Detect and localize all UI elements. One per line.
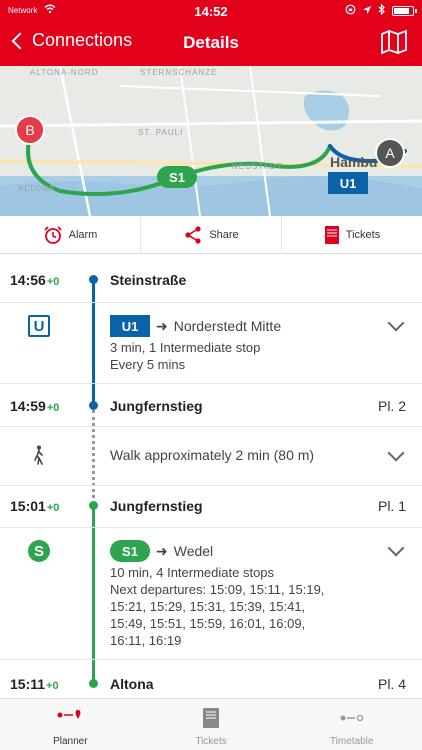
destination-marker[interactable]: B <box>15 115 45 145</box>
tab-label: Planner <box>53 736 88 747</box>
map-s1-badge: S1 <box>157 166 197 188</box>
segment-info: 3 min, 1 Intermediate stop <box>110 340 261 355</box>
direction-name: Wedel <box>173 542 214 559</box>
ticket-icon <box>324 225 339 244</box>
stop-row[interactable]: 15:01+0 Jungfernstieg Pl. 1 <box>0 486 422 528</box>
chevron-down-icon[interactable] <box>387 539 405 557</box>
delay-indicator: +0 <box>46 680 59 692</box>
stop-name: Jungfernstieg <box>110 398 203 414</box>
s1-line-badge: S1 <box>110 540 150 562</box>
map-icon[interactable] <box>380 28 408 56</box>
chevron-down-icon[interactable] <box>387 314 405 332</box>
stop-time: 15:11+0 <box>10 676 59 692</box>
stop-time: 14:56+0 <box>10 272 59 288</box>
status-icons <box>345 3 417 18</box>
tab-bar: Planner Tickets Timetable <box>0 698 422 750</box>
next-departures: 16:11, 16:19 <box>110 633 182 648</box>
departure-time: 14:59 <box>10 398 46 414</box>
alarm-clock-icon <box>43 225 62 244</box>
s1-segment-row[interactable]: S S1 ➜ Wedel 10 min, 4 Intermediate stop… <box>0 528 422 660</box>
chevron-down-icon[interactable] <box>387 444 405 462</box>
arrow-right-icon: ➜ <box>156 542 168 559</box>
battery-icon <box>392 6 417 16</box>
stop-row[interactable]: 15:11+0 Altona Pl. 4 <box>0 660 422 698</box>
tab-tickets[interactable]: Tickets <box>141 699 282 750</box>
arrow-right-icon: ➜ <box>156 317 168 334</box>
share-icon <box>185 225 201 244</box>
tab-planner[interactable]: Planner <box>0 699 141 750</box>
segment-frequency: Every 5 mins <box>110 357 186 372</box>
delay-indicator: +0 <box>46 276 60 288</box>
segment-info: 10 min, 4 Intermediate stops <box>110 565 275 580</box>
stop-dot <box>89 679 98 688</box>
action-bar: Alarm Share Tickets <box>0 216 422 254</box>
segment-details: S1 ➜ Wedel 10 min, 4 Intermediate stops … <box>110 540 324 649</box>
route-planner-icon <box>57 710 81 719</box>
stop-time: 14:59+0 <box>10 398 59 414</box>
navigation-bar: Connections Details <box>0 22 422 66</box>
tickets-label: Tickets <box>345 228 381 241</box>
timetable-icon <box>340 714 363 722</box>
next-departures: Next departures: 15:09, 15:11, 15:19, <box>110 582 325 597</box>
map-u1-badge: U1 <box>328 172 368 194</box>
map-label: ST. PAULI <box>138 128 184 137</box>
tab-timetable[interactable]: Timetable <box>281 699 422 750</box>
tab-label: Tickets <box>195 736 227 747</box>
header-bar: Network 14:52 Connections Details <box>0 0 422 66</box>
walking-person-icon <box>34 445 43 465</box>
origin-marker[interactable]: A <box>375 138 405 168</box>
stop-dot <box>89 401 98 410</box>
stop-name: Steinstraße <box>110 272 187 288</box>
stop-dot <box>89 501 98 510</box>
route-map[interactable]: ALTONA-NORD STERNSCHANZE ST. PAULI NEUST… <box>0 66 422 216</box>
bluetooth-icon <box>378 3 386 18</box>
platform-label: Pl. 4 <box>377 676 406 692</box>
map-label: NEUSTADT <box>232 162 283 171</box>
departure-time: 14:56 <box>10 272 46 288</box>
u-bahn-icon: U <box>28 315 50 337</box>
walk-text: Walk approximately 2 min (80 m) <box>110 447 315 463</box>
s-bahn-icon: S <box>28 540 50 562</box>
stop-dot <box>89 275 98 284</box>
platform-label: Pl. 2 <box>377 398 406 414</box>
orientation-lock-icon <box>345 4 356 18</box>
map-label: ALTONA <box>18 184 56 193</box>
stop-row[interactable]: 14:59+0 Jungfernstieg Pl. 2 <box>0 384 422 427</box>
direction-line: S1 ➜ Wedel <box>110 540 324 562</box>
map-label: STERNSCHANZE <box>140 68 218 77</box>
tickets-button[interactable]: Tickets <box>282 216 422 253</box>
direction-line: U1 ➜ Norderstedt Mitte <box>110 315 281 337</box>
stop-time: 15:01+0 <box>10 498 59 514</box>
u1-line-badge: U1 <box>110 315 150 337</box>
status-bar: Network 14:52 <box>0 0 422 22</box>
location-arrow-icon <box>362 5 372 18</box>
map-city-label: Hambu <box>330 154 378 170</box>
delay-indicator: +0 <box>46 502 60 514</box>
tab-label: Timetable <box>329 736 374 747</box>
alarm-button[interactable]: Alarm <box>0 216 141 253</box>
stop-name: Altona <box>110 676 154 692</box>
delay-indicator: +0 <box>46 402 60 414</box>
page-title: Details <box>183 33 239 52</box>
u1-segment-row[interactable]: U U1 ➜ Norderstedt Mitte 3 min, 1 Interm… <box>0 303 422 384</box>
direction-name: Norderstedt Mitte <box>173 317 282 334</box>
stop-row[interactable]: 14:56+0 Steinstraße <box>0 254 422 303</box>
departure-time: 15:01 <box>10 498 46 514</box>
ticket-icon <box>203 708 219 728</box>
alarm-label: Alarm <box>68 228 98 241</box>
walk-segment-row[interactable]: Walk approximately 2 min (80 m) <box>0 427 422 486</box>
share-label: Share <box>209 228 239 241</box>
next-departures: 15:21, 15:29, 15:31, 15:39, 15:41, <box>110 599 306 614</box>
share-button[interactable]: Share <box>141 216 282 253</box>
arrival-time: 15:11 <box>10 676 46 692</box>
next-departures: 15:49, 15:51, 15:59, 16:01, 16:09, <box>110 616 306 631</box>
stop-name: Jungfernstieg <box>110 498 203 514</box>
segment-details: U1 ➜ Norderstedt Mitte 3 min, 1 Intermed… <box>110 315 281 373</box>
map-label: ALTONA-NORD <box>30 68 99 77</box>
platform-label: Pl. 1 <box>377 498 406 514</box>
battery-fill <box>394 8 409 14</box>
